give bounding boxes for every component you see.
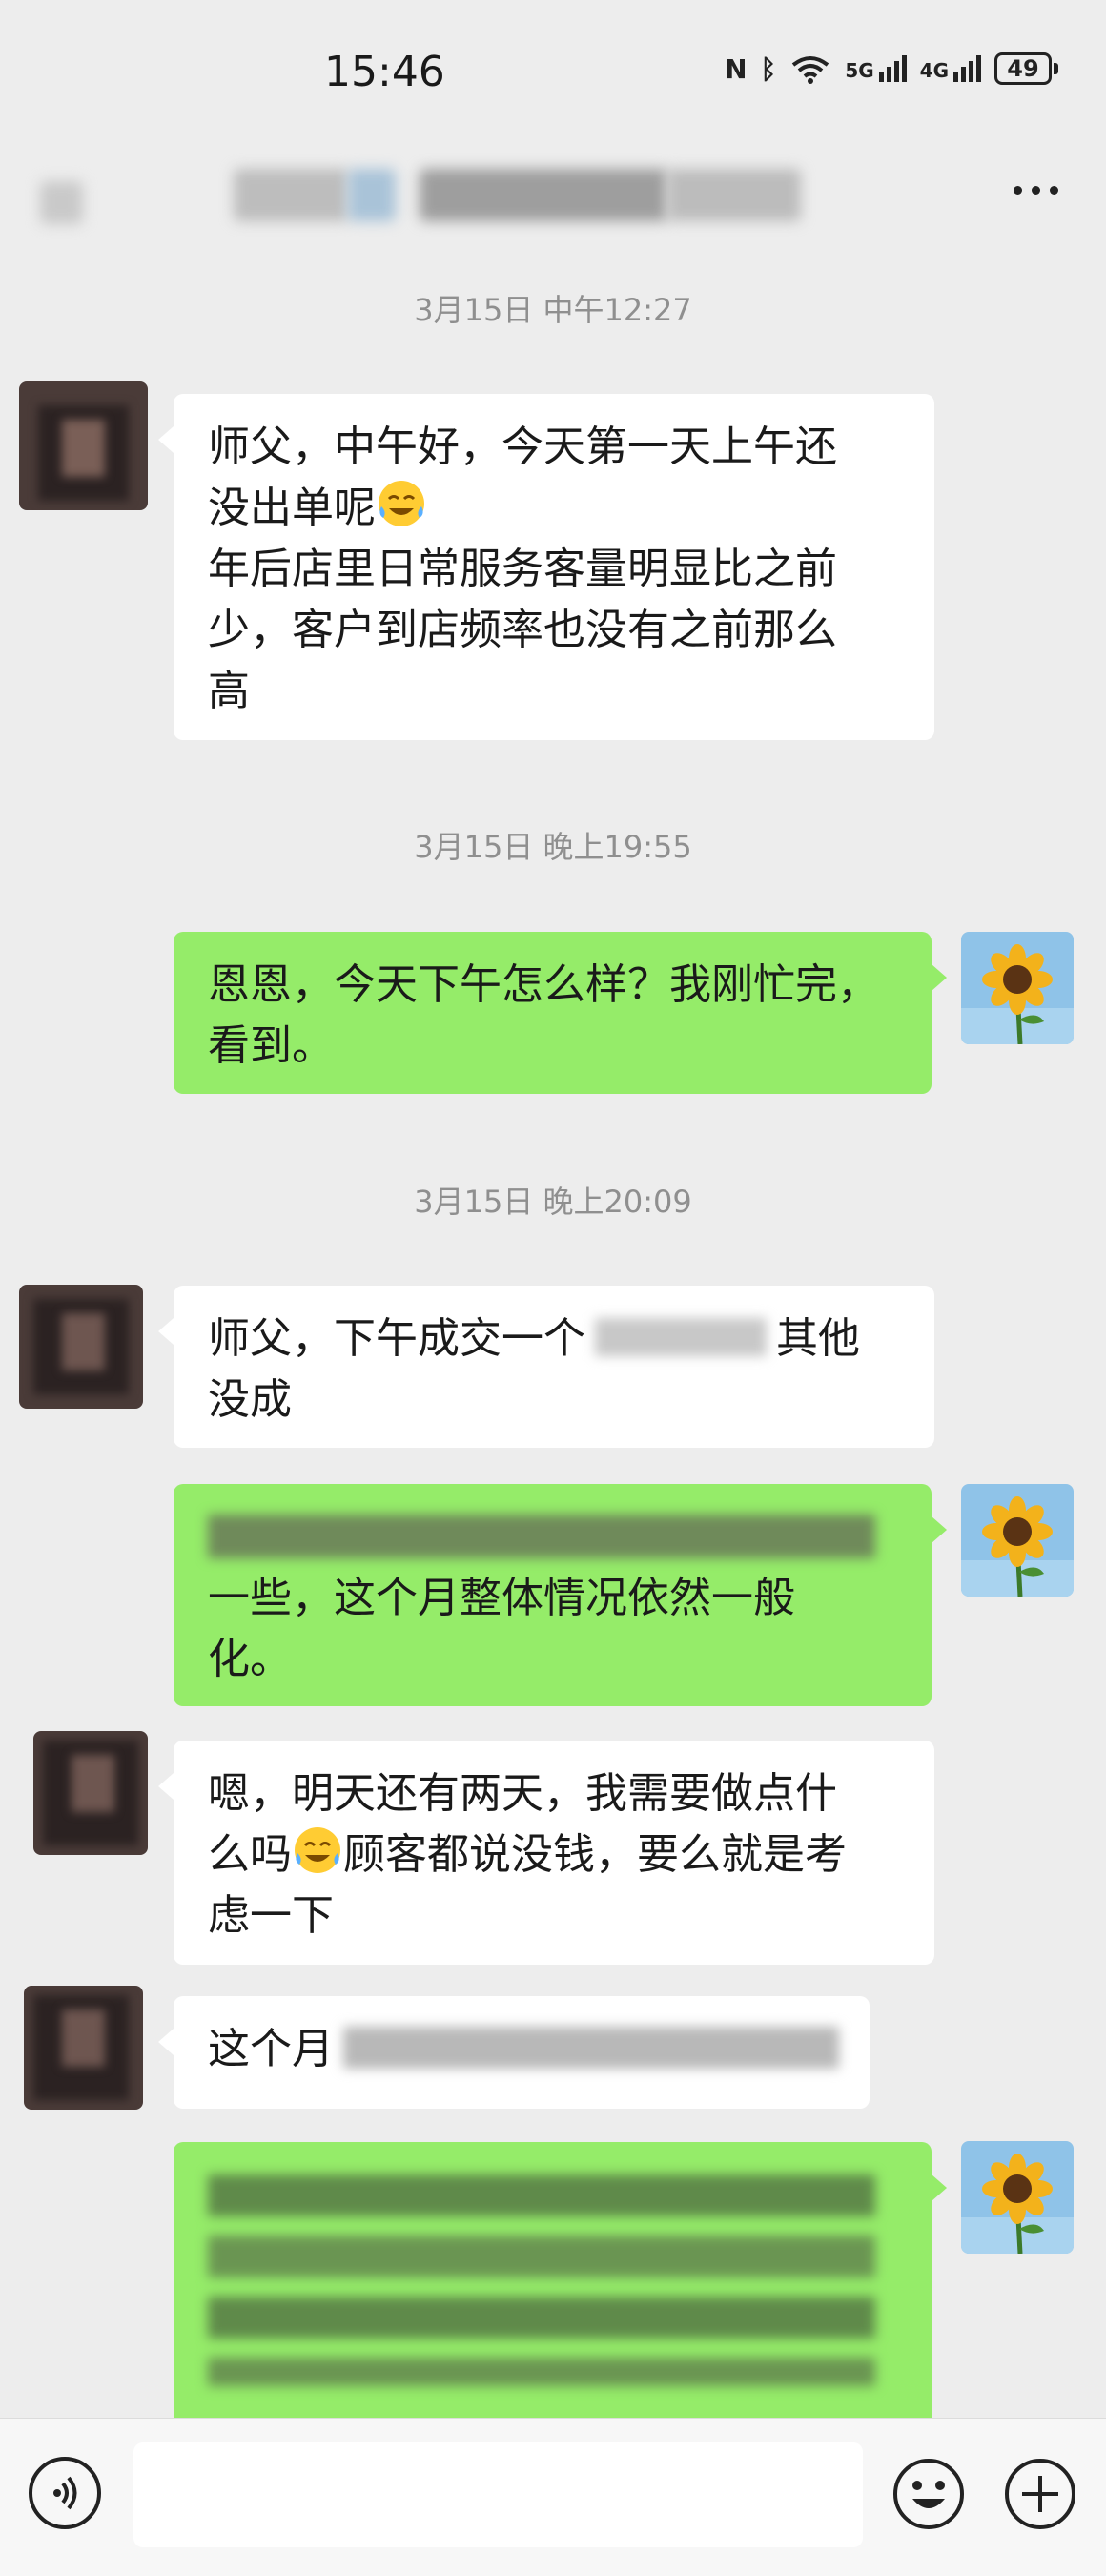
timestamp: 3月15日 中午12:27 <box>414 292 692 328</box>
battery-level: 49 <box>994 52 1052 85</box>
signal-5g-icon: 5G <box>845 55 907 82</box>
message-text: 虑一下 <box>208 1891 334 1940</box>
sent-message-bubble[interactable] <box>174 2142 947 2418</box>
message-text: 化。 <box>208 1635 292 1683</box>
status-bar: 15:46 N ᛒ 5G 4G 49 <box>0 0 1106 143</box>
back-button[interactable] <box>40 181 83 224</box>
redacted-text <box>595 1318 767 1356</box>
contact-avatar[interactable] <box>19 381 148 510</box>
my-avatar-sunflower[interactable] <box>961 932 1074 1044</box>
message-text: 没出单呢 <box>208 484 376 532</box>
voice-input-icon[interactable] <box>29 2457 101 2529</box>
message-text: 师父，下午成交一个 <box>208 1314 585 1363</box>
received-message-bubble[interactable]: 嗯，明天还有两天，我需要做点什 么吗 顾客都说没钱，要么就是考 虑一下 <box>158 1741 934 1965</box>
status-time: 15:46 <box>324 48 445 96</box>
contact-avatar[interactable] <box>33 1731 148 1855</box>
my-avatar-sunflower[interactable] <box>961 2141 1074 2254</box>
battery-icon: 49 <box>994 52 1058 85</box>
my-avatar-sunflower[interactable] <box>961 1484 1074 1597</box>
redacted-text <box>343 2027 839 2069</box>
received-message-bubble[interactable]: 这个月 <box>158 1996 870 2109</box>
more-dots-icon[interactable] <box>1014 186 1058 195</box>
message-text: 师父，中午好，今天第一天上午还 <box>208 422 837 471</box>
smiley-face-icon[interactable] <box>891 2457 966 2531</box>
sent-message-bubble[interactable]: 一些，这个月整体情况依然一般 化。 <box>174 1484 947 1706</box>
message-text: 少，客户到店频率也没有之前那么 <box>208 606 837 654</box>
message-text: 一些，这个月整体情况依然一般 <box>208 1574 795 1622</box>
timestamp: 3月15日 晚上19:55 <box>414 829 692 865</box>
signal-4g-icon: 4G <box>920 55 981 82</box>
laughing-crying-emoji-icon <box>379 481 424 526</box>
chat-header <box>0 157 1106 253</box>
sent-message-bubble[interactable]: 恩恩，今天下午怎么样？我刚忙完， 看到。 <box>174 932 947 1094</box>
laughing-crying-emoji-icon <box>295 1827 340 1873</box>
message-text: 看到。 <box>208 1021 334 1070</box>
message-text: 年后店里日常服务客量明显比之前 <box>208 545 837 593</box>
redacted-text <box>208 1507 897 1568</box>
timestamp: 3月15日 晚上20:09 <box>414 1184 692 1220</box>
plus-icon[interactable] <box>1003 2457 1077 2531</box>
contact-avatar[interactable] <box>19 1285 143 1409</box>
message-input[interactable] <box>133 2442 863 2547</box>
message-text: 这个月 <box>208 2025 334 2073</box>
chat-input-bar <box>0 2418 1106 2576</box>
message-text: 顾客都说没钱，要么就是考 <box>343 1830 847 1879</box>
nfc-icon: N <box>725 52 748 85</box>
contact-avatar[interactable] <box>24 1986 143 2110</box>
message-text: 高 <box>208 667 250 715</box>
message-text: 其他 <box>776 1314 860 1363</box>
redacted-text <box>208 2174 897 2386</box>
received-message-bubble[interactable]: 师父，中午好，今天第一天上午还 没出单呢 年后店里日常服务客量明显比之前 少，客… <box>158 394 934 740</box>
status-icons: N ᛒ 5G 4G 49 <box>725 52 1058 85</box>
message-text: 么吗 <box>208 1830 292 1879</box>
message-text: 嗯，明天还有两天，我需要做点什 <box>208 1769 837 1818</box>
bluetooth-icon: ᛒ <box>760 52 777 85</box>
received-message-bubble[interactable]: 师父，下午成交一个 其他 没成 <box>158 1286 934 1448</box>
wifi-icon <box>792 56 830 84</box>
message-text: 没成 <box>208 1375 292 1424</box>
message-text: 恩恩，今天下午怎么样？我刚忙完， <box>208 960 879 1009</box>
